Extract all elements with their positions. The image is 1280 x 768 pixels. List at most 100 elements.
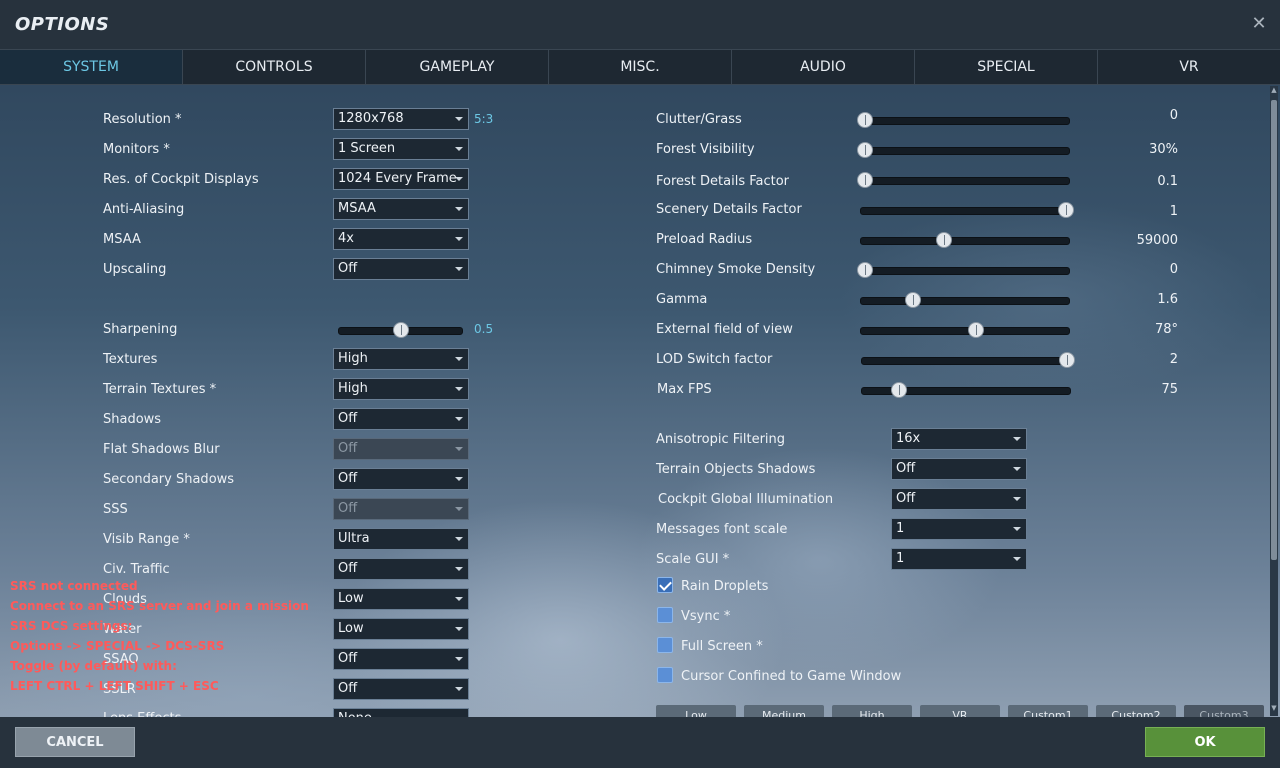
chevron-down-icon <box>455 537 463 541</box>
textures-value: High <box>338 351 368 366</box>
chimney-smoke-slider[interactable] <box>857 262 1070 278</box>
tab-gameplay[interactable]: GAMEPLAY <box>366 50 549 84</box>
resolution-value: 1280x768 <box>338 111 404 126</box>
clouds-dropdown[interactable]: Low <box>333 588 469 610</box>
msaa-dropdown[interactable]: 4x <box>333 228 469 250</box>
slider-knob[interactable] <box>1058 202 1074 218</box>
max-fps-slider[interactable] <box>861 382 1071 398</box>
scrollbar-thumb[interactable] <box>1271 100 1277 560</box>
scale-gui-dropdown[interactable]: 1 <box>891 548 1027 570</box>
sss-dropdown: Off <box>333 498 469 520</box>
tab-vr[interactable]: VR <box>1098 50 1280 84</box>
ssao-value: Off <box>338 651 358 666</box>
civ-traffic-value: Off <box>338 561 358 576</box>
terrain-textures-dropdown[interactable]: High <box>333 378 469 400</box>
gamma-slider[interactable] <box>860 292 1070 308</box>
anisotropic-filtering-dropdown[interactable]: 16x <box>891 428 1027 450</box>
slider-knob[interactable] <box>857 262 873 278</box>
cockpit-displays-label: Res. of Cockpit Displays <box>103 172 259 187</box>
slider-knob[interactable] <box>857 142 873 158</box>
slider-knob[interactable] <box>936 232 952 248</box>
civ-traffic-dropdown[interactable]: Off <box>333 558 469 580</box>
forest-details-slider[interactable] <box>857 172 1070 188</box>
sslr-dropdown[interactable]: Off <box>333 678 469 700</box>
footer-bar <box>0 717 1280 768</box>
chevron-down-icon <box>1013 557 1021 561</box>
slider-knob[interactable] <box>1059 352 1075 368</box>
sharpening-slider[interactable] <box>338 322 463 338</box>
chevron-down-icon <box>455 207 463 211</box>
forest-visibility-slider[interactable] <box>857 142 1070 158</box>
chevron-down-icon <box>455 567 463 571</box>
anti-aliasing-dropdown[interactable]: MSAA <box>333 198 469 220</box>
slider-knob[interactable] <box>890 382 907 398</box>
slider-track <box>860 237 1070 245</box>
clutter-grass-value: 0 <box>1169 108 1178 123</box>
textures-dropdown[interactable]: High <box>333 348 469 370</box>
scenery-details-slider[interactable] <box>860 202 1074 218</box>
tab-controls[interactable]: CONTROLS <box>183 50 366 84</box>
chevron-down-icon <box>1013 497 1021 501</box>
rain-droplets-checkbox[interactable] <box>657 577 673 593</box>
cockpit-gi-dropdown[interactable]: Off <box>891 488 1027 510</box>
slider-knob[interactable] <box>857 112 873 128</box>
tab-misc[interactable]: MISC. <box>549 50 732 84</box>
secondary-shadows-label: Secondary Shadows <box>103 472 235 487</box>
ok-button[interactable]: OK <box>1145 727 1265 757</box>
tab-audio[interactable]: AUDIO <box>732 50 915 84</box>
scroll-up-icon[interactable]: ▲ <box>1270 86 1278 96</box>
cockpit-displays-dropdown[interactable]: 1024 Every Frame <box>333 168 469 190</box>
external-fov-slider[interactable] <box>860 322 1070 338</box>
cursor-confined-checkbox[interactable] <box>657 667 673 683</box>
chevron-down-icon <box>455 477 463 481</box>
shadows-dropdown[interactable]: Off <box>333 408 469 430</box>
water-dropdown[interactable]: Low <box>333 618 469 640</box>
slider-knob[interactable] <box>967 322 984 338</box>
chevron-down-icon <box>1013 467 1021 471</box>
messages-font-scale-dropdown[interactable]: 1 <box>891 518 1027 540</box>
terrain-objects-shadows-value: Off <box>896 461 916 476</box>
clutter-grass-label: Clutter/Grass <box>656 112 742 127</box>
visib-range-dropdown[interactable]: Ultra <box>333 528 469 550</box>
cancel-button[interactable]: CANCEL <box>15 727 135 757</box>
gamma-value: 1.6 <box>1157 292 1178 307</box>
window-title: OPTIONS <box>15 14 110 35</box>
chimney-smoke-label: Chimney Smoke Density <box>656 262 816 277</box>
slider-knob[interactable] <box>857 172 873 188</box>
visib-range-label: Visib Range * <box>103 532 190 547</box>
slider-knob[interactable] <box>392 322 409 338</box>
terrain-objects-shadows-label: Terrain Objects Shadows <box>656 462 816 477</box>
preload-radius-value: 59000 <box>1136 233 1178 248</box>
secondary-shadows-dropdown[interactable]: Off <box>333 468 469 490</box>
preload-radius-slider[interactable] <box>860 232 1070 248</box>
chevron-down-icon <box>455 267 463 271</box>
slider-knob[interactable] <box>904 292 921 308</box>
clutter-grass-slider[interactable] <box>857 112 1070 128</box>
water-value: Low <box>338 621 364 636</box>
cockpit-displays-value: 1024 Every Frame <box>338 171 457 186</box>
lod-switch-slider[interactable] <box>861 352 1075 368</box>
tab-bar: SYSTEM CONTROLS GAMEPLAY MISC. AUDIO SPE… <box>0 49 1280 85</box>
resolution-dropdown[interactable]: 1280x768 <box>333 108 469 130</box>
scroll-down-icon[interactable]: ▼ <box>1270 704 1278 714</box>
anisotropic-filtering-label: Anisotropic Filtering <box>656 432 786 447</box>
chevron-down-icon <box>455 597 463 601</box>
close-icon[interactable]: ✕ <box>1250 14 1268 34</box>
tab-special[interactable]: SPECIAL <box>915 50 1098 84</box>
slider-track <box>865 177 1070 185</box>
tab-system[interactable]: SYSTEM <box>0 50 183 84</box>
chevron-down-icon <box>455 657 463 661</box>
messages-font-scale-value: 1 <box>896 521 905 536</box>
slider-track <box>860 297 1070 305</box>
chevron-down-icon <box>455 147 463 151</box>
upscaling-dropdown[interactable]: Off <box>333 258 469 280</box>
ssao-dropdown[interactable]: Off <box>333 648 469 670</box>
srs-status-line: SRS DCS settings: <box>10 619 133 633</box>
full-screen-checkbox[interactable] <box>657 637 673 653</box>
chevron-down-icon <box>455 417 463 421</box>
terrain-objects-shadows-dropdown[interactable]: Off <box>891 458 1027 480</box>
chevron-down-icon <box>1013 437 1021 441</box>
vsync-checkbox[interactable] <box>657 607 673 623</box>
monitors-dropdown[interactable]: 1 Screen <box>333 138 469 160</box>
anti-aliasing-label: Anti-Aliasing <box>103 202 185 217</box>
